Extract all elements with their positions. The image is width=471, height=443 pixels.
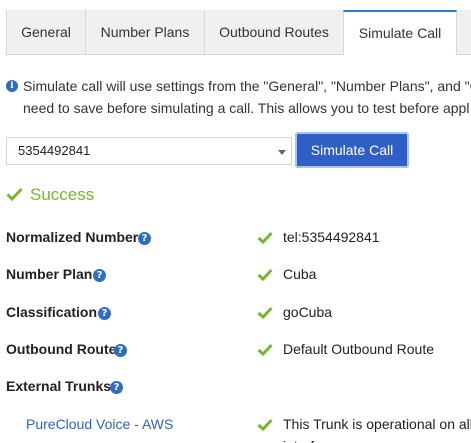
- result-label: Number Plan: [6, 266, 93, 282]
- number-select-value: 5354492841: [18, 143, 91, 158]
- tab-bar: General Number Plans Outbound Routes Sim…: [0, 0, 471, 55]
- status-label: Success: [30, 185, 95, 204]
- result-label: Outbound Route: [6, 341, 117, 357]
- result-value: Cuba: [283, 266, 317, 282]
- result-label: Normalized Number: [6, 229, 139, 245]
- result-row-classification: Classification ? goCuba: [0, 304, 471, 324]
- info-text-line1: Simulate call will use settings from the…: [23, 78, 471, 94]
- help-icon[interactable]: ?: [114, 344, 127, 357]
- result-row-outbound-route: Outbound Route ? Default Outbound Route: [0, 341, 471, 361]
- check-icon: [257, 306, 273, 319]
- result-label: External Trunks: [6, 378, 112, 394]
- chevron-down-icon[interactable]: [278, 150, 286, 155]
- result-label: Classification: [6, 304, 98, 320]
- trunk-status-line2: interfaces: [283, 438, 344, 443]
- check-icon: [257, 268, 273, 281]
- result-row-external-trunks: External Trunks ?: [0, 378, 471, 398]
- help-icon[interactable]: ?: [98, 307, 111, 320]
- check-icon: [6, 187, 23, 201]
- tab-outbound-routes[interactable]: Outbound Routes: [205, 10, 344, 54]
- result-row-number-plan: Number Plan ? Cuba: [0, 266, 471, 286]
- help-icon[interactable]: ?: [110, 381, 123, 394]
- result-row-normalized-number: Normalized Number ? tel:5354492841: [0, 229, 471, 249]
- result-value: Default Outbound Route: [283, 341, 434, 357]
- check-icon: [257, 231, 273, 244]
- trunk-link[interactable]: PureCloud Voice - AWS: [26, 416, 173, 432]
- info-text-line2: need to save before simulating a call. T…: [23, 100, 470, 116]
- tab-number-plans[interactable]: Number Plans: [86, 10, 205, 54]
- number-select[interactable]: 5354492841: [6, 137, 292, 165]
- result-value: goCuba: [283, 304, 333, 320]
- trunk-status-row-2: interfaces: [0, 436, 471, 443]
- trunk-row: PureCloud Voice - AWS This Trunk is oper…: [0, 416, 471, 436]
- simulate-call-button[interactable]: Simulate Call: [297, 134, 407, 166]
- info-icon: i: [6, 80, 18, 92]
- tab-general[interactable]: General: [6, 10, 86, 54]
- result-value: tel:5354492841: [283, 229, 380, 245]
- tab-simulate-call[interactable]: Simulate Call: [343, 10, 457, 55]
- help-icon[interactable]: ?: [93, 269, 106, 282]
- help-icon[interactable]: ?: [138, 232, 151, 245]
- check-icon: [257, 418, 273, 431]
- check-icon: [257, 343, 273, 356]
- trunk-status: This Trunk is operational on all: [283, 416, 471, 432]
